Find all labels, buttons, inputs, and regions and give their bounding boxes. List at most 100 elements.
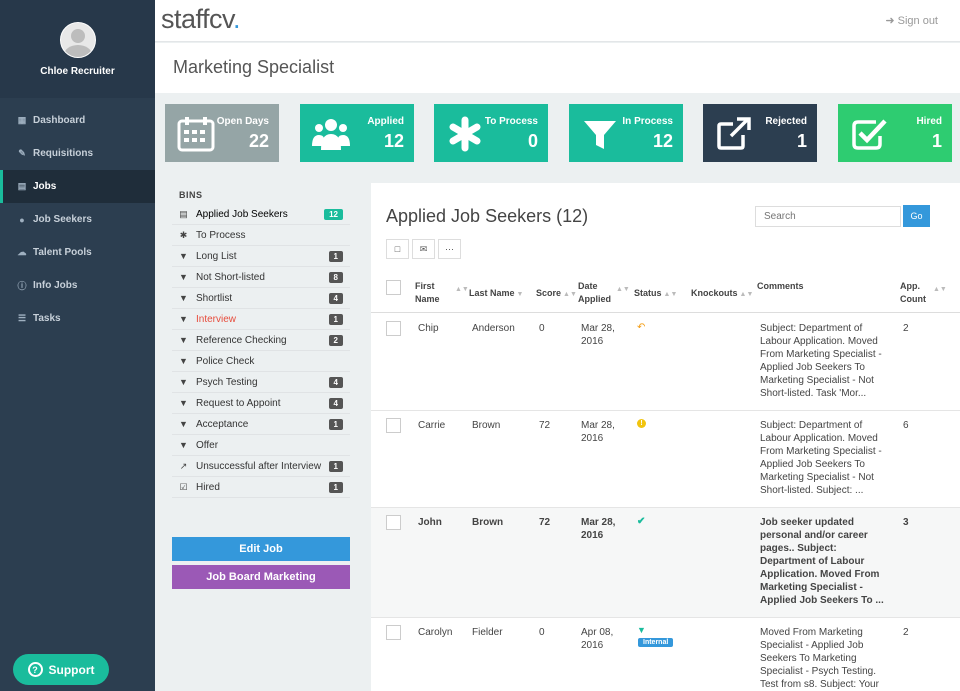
panel-title: Applied Job Seekers (12): [386, 206, 589, 226]
filter-icon: ▼: [637, 625, 646, 635]
bin-police-check[interactable]: ▼ Police Check: [172, 351, 350, 372]
logo[interactable]: staffcv.: [161, 4, 241, 35]
column-first-name[interactable]: First Name: [415, 280, 453, 306]
question-icon: ?: [27, 662, 43, 677]
bin-count-badge: 1: [328, 460, 343, 472]
alert-icon: !: [637, 419, 646, 428]
go-button[interactable]: Go: [903, 205, 930, 227]
column-date-applied[interactable]: Date Applied: [578, 280, 614, 306]
sort-icon: ▲▼: [739, 291, 754, 298]
bin-offer[interactable]: ▼ Offer: [172, 435, 350, 456]
bins-panel: BINS ▤ Applied Job Seekers 12 ✱ To Process …: [172, 190, 350, 498]
sidebar-item-dashboard[interactable]: ▦ Dashboard: [0, 104, 155, 137]
sidebar-item-job-seekers[interactable]: ● Job Seekers: [0, 203, 155, 236]
filter-icon: ▼: [179, 251, 188, 261]
column-last-name[interactable]: Last Name ▼: [469, 287, 523, 301]
stat-card-to-process[interactable]: To Process 0: [434, 104, 548, 162]
last-name-cell[interactable]: Fielder: [472, 626, 503, 639]
column-app-count[interactable]: App. Count: [900, 280, 934, 306]
page-title: Marketing Specialist: [173, 57, 335, 77]
column-status[interactable]: Status ▲▼: [634, 287, 677, 301]
sort-icon[interactable]: ▲▼: [616, 286, 630, 293]
bin-unsuccessful-after-interview[interactable]: ↗ Unsuccessful after Interview 1: [172, 456, 350, 477]
bin-to-process[interactable]: ✱ To Process: [172, 225, 350, 246]
document-icon: ▤: [17, 181, 27, 191]
avatar[interactable]: [59, 22, 96, 58]
dashboard-icon: ▦: [17, 115, 27, 125]
table-row[interactable]: Carolyn Fielder 0 Apr 08, 2016 ▼ Interna…: [371, 618, 960, 691]
row-checkbox[interactable]: [386, 418, 401, 433]
sidebar-item-info-jobs[interactable]: ⓘ Info Jobs: [0, 269, 155, 302]
table-row[interactable]: Carrie Brown 72 Mar 28, 2016 ! Subject: …: [371, 411, 960, 508]
last-name-cell[interactable]: Brown: [472, 516, 503, 529]
bin-count-badge: 8: [328, 271, 343, 283]
date-cell: Mar 28, 2016: [581, 517, 616, 541]
select-all-checkbox[interactable]: [386, 280, 401, 295]
list-icon: ☰: [17, 313, 27, 323]
check-icon: ✔: [637, 516, 646, 527]
support-button[interactable]: ? Support: [13, 654, 109, 685]
stat-card-applied[interactable]: Applied 12: [300, 104, 414, 162]
bin-interview[interactable]: ▼ Interview 1: [172, 309, 350, 330]
filter-icon: ▼: [179, 314, 188, 324]
sidebar-item-requisitions[interactable]: ✎ Requisitions: [0, 137, 155, 170]
bin-long-list[interactable]: ▼ Long List 1: [172, 246, 350, 267]
last-name-cell[interactable]: Anderson: [472, 322, 515, 335]
filter-icon: ▼: [179, 377, 188, 387]
bin-reference-checking[interactable]: ▼ Reference Checking 2: [172, 330, 350, 351]
last-name-cell[interactable]: Brown: [472, 419, 500, 432]
column-knockouts[interactable]: Knockouts ▲▼: [691, 287, 753, 301]
first-name-cell[interactable]: Carolyn: [418, 626, 452, 639]
top-bar: staffcv. ➜ Sign out: [155, 0, 960, 42]
bin-psych-testing[interactable]: ▼ Psych Testing 4: [172, 372, 350, 393]
stat-card-rejected[interactable]: Rejected 1: [703, 104, 817, 162]
bin-count-badge: 1: [328, 313, 343, 325]
email-button[interactable]: ✉: [412, 239, 435, 259]
app-count-cell: 2: [903, 323, 909, 334]
edit-icon: ✎: [18, 148, 26, 158]
stat-card-hired[interactable]: Hired 1: [838, 104, 952, 162]
stat-card-in-process[interactable]: In Process 12: [569, 104, 683, 162]
table-row[interactable]: Chip Anderson 0 Mar 28, 2016 ↶ Subject: …: [371, 314, 960, 411]
filter-icon: ▼: [179, 293, 188, 303]
row-checkbox[interactable]: [386, 321, 401, 336]
sidebar-item-tasks[interactable]: ☰ Tasks: [0, 302, 155, 335]
job-board-marketing-button[interactable]: Job Board Marketing: [172, 565, 350, 589]
sidebar-item-jobs[interactable]: ▤ Jobs: [0, 170, 155, 203]
sort-icon[interactable]: ▲▼: [455, 286, 469, 293]
edit-job-button[interactable]: Edit Job: [172, 537, 350, 561]
first-name-cell[interactable]: Carrie: [418, 419, 445, 432]
bin-not-short-listed[interactable]: ▼ Not Short-listed 8: [172, 267, 350, 288]
bin-count-badge: 1: [328, 418, 343, 430]
column-score[interactable]: Score ▲▼: [536, 287, 577, 301]
sidebar-nav: ▦ Dashboard ✎ Requisitions ▤ Jobs ● Job Seek…: [0, 104, 155, 335]
sort-icon[interactable]: ▲▼: [933, 286, 947, 293]
table-row[interactable]: John Brown 72 Mar 28, 2016 ✔ Job seeker …: [371, 508, 960, 618]
folder-button[interactable]: □: [386, 239, 409, 259]
stat-card-open-days[interactable]: Open Days 22: [165, 104, 279, 162]
more-button[interactable]: ⋯: [438, 239, 461, 259]
ellipsis-icon: ⋯: [445, 243, 454, 254]
filter-icon: ▼: [179, 419, 188, 429]
search-input[interactable]: [755, 206, 901, 227]
bin-applied-job-seekers[interactable]: ▤ Applied Job Seekers 12: [172, 204, 350, 225]
bin-count-badge: 2: [328, 334, 343, 346]
bin-request-to-appoint[interactable]: ▼ Request to Appoint 4: [172, 393, 350, 414]
filter-icon: ▼: [179, 440, 188, 450]
sort-icon: ▲▼: [663, 291, 678, 298]
first-name-cell[interactable]: John: [418, 516, 442, 529]
check-square-icon: ☑: [179, 481, 188, 492]
users-icon: ●: [19, 214, 25, 225]
bin-shortlist[interactable]: ▼ Shortlist 4: [172, 288, 350, 309]
bin-acceptance[interactable]: ▼ Acceptance 1: [172, 414, 350, 435]
app-count-cell: 6: [903, 420, 909, 431]
sign-out-link[interactable]: ➜ Sign out: [885, 14, 938, 27]
app-count-cell: 2: [903, 627, 909, 638]
bin-hired[interactable]: ☑ Hired 1: [172, 477, 350, 498]
row-checkbox[interactable]: [386, 625, 401, 640]
date-cell: Mar 28, 2016: [581, 323, 615, 347]
logo-dot: .: [233, 4, 241, 34]
sidebar-item-talent-pools[interactable]: ☁ Talent Pools: [0, 236, 155, 269]
row-checkbox[interactable]: [386, 515, 401, 530]
first-name-cell[interactable]: Chip: [418, 322, 439, 335]
